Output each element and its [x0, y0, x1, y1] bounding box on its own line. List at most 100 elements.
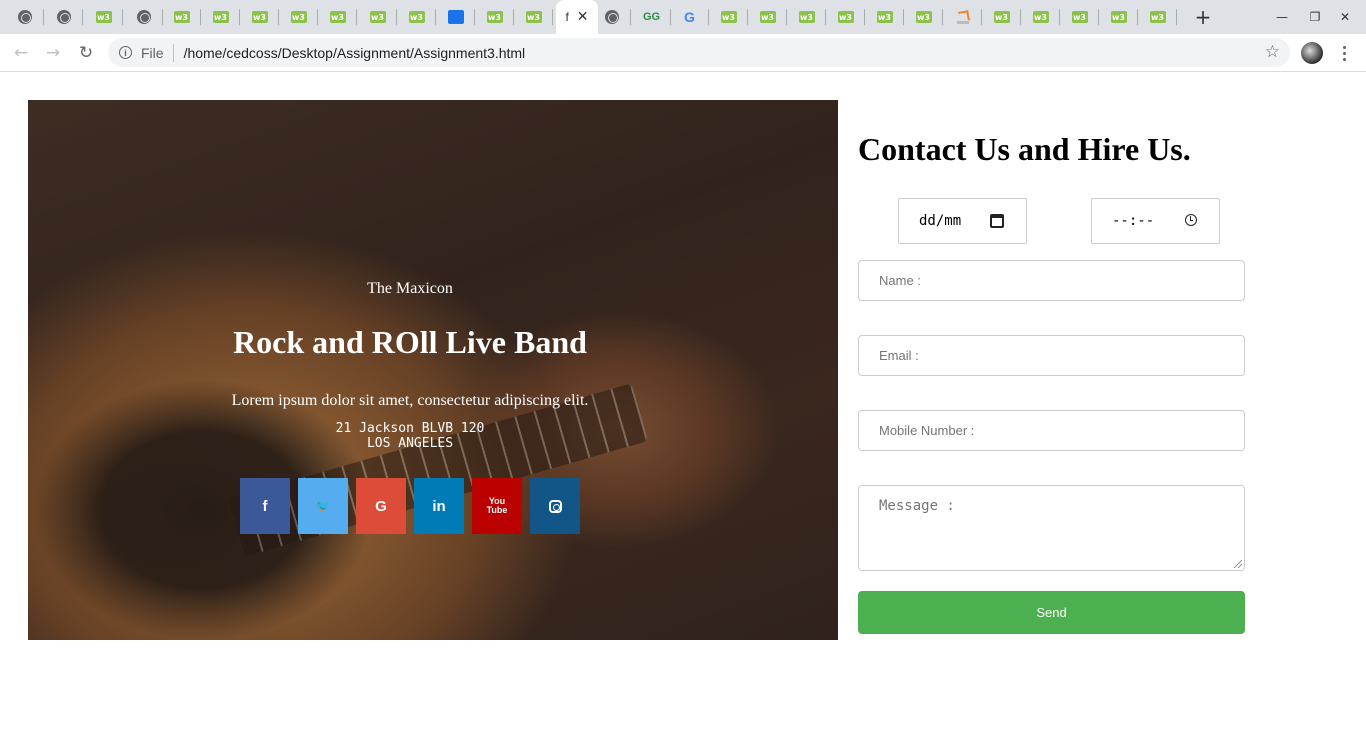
tab[interactable]: w3: [201, 0, 240, 34]
time-value: --:--: [1112, 213, 1155, 229]
w3schools-icon: w3: [1110, 11, 1127, 23]
globe-icon: [56, 10, 71, 24]
tab[interactable]: w3: [826, 0, 865, 34]
new-tab-button[interactable]: +: [1191, 5, 1215, 29]
tab[interactable]: w3: [84, 0, 123, 34]
google-icon: G: [375, 497, 387, 515]
w3schools-icon: w3: [525, 11, 542, 23]
tab[interactable]: w3: [787, 0, 826, 34]
tab[interactable]: [44, 0, 83, 34]
w3schools-icon: w3: [95, 11, 112, 23]
tab[interactable]: [592, 0, 631, 34]
tab[interactable]: w3: [1099, 0, 1138, 34]
youtube-button[interactable]: You Tube: [472, 478, 522, 534]
facebook-icon: f: [262, 497, 268, 515]
forward-button[interactable]: →: [41, 42, 65, 64]
w3schools-icon: w3: [173, 11, 190, 23]
restore-button[interactable]: ❐: [1306, 8, 1324, 26]
profile-avatar[interactable]: [1301, 42, 1323, 64]
w3schools-icon: w3: [290, 11, 307, 23]
tab[interactable]: w3: [240, 0, 279, 34]
tab[interactable]: [5, 0, 44, 34]
stackoverflow-icon: [956, 10, 969, 24]
contact-title: Contact Us and Hire Us.: [858, 131, 1191, 167]
mobile-input[interactable]: Mobile Number :: [858, 410, 1245, 451]
hero-content: The Maxicon Rock and ROll Live Band Lore…: [28, 100, 792, 640]
w3schools-icon: w3: [1149, 11, 1166, 23]
w3schools-icon: w3: [212, 11, 229, 23]
tab[interactable]: w3: [514, 0, 553, 34]
youtube-icon-line2: Tube: [486, 505, 508, 515]
back-button[interactable]: ←: [9, 42, 33, 64]
email-input[interactable]: Email :: [858, 335, 1245, 376]
band-name: The Maxicon: [367, 280, 453, 297]
tab[interactable]: w3: [279, 0, 318, 34]
message-placeholder: Message :: [879, 498, 955, 514]
tab[interactable]: [436, 0, 475, 34]
facebook-button[interactable]: f: [240, 478, 290, 534]
url-text[interactable]: /home/cedcoss/Desktop/Assignment/Assignm…: [184, 45, 526, 61]
tab-separator: [1176, 9, 1177, 25]
globe-icon: [17, 10, 32, 24]
tab-separator: [630, 9, 631, 25]
tab[interactable]: w3: [748, 0, 787, 34]
email-placeholder: Email :: [879, 348, 919, 363]
tab-separator: [82, 9, 83, 25]
tab[interactable]: w3: [318, 0, 357, 34]
tab[interactable]: w3: [865, 0, 904, 34]
reload-button[interactable]: ↻: [74, 42, 98, 64]
tab[interactable]: w3: [709, 0, 748, 34]
resize-grip-icon[interactable]: [1234, 560, 1242, 568]
tab[interactable]: GG: [632, 0, 671, 34]
tab-strip: w3 w3 w3 w3 w3 w3 w3 w3 w3 w3 f ✕ GG Gw3 w3 w3 w3 w3 w3 w3 w…: [0, 0, 1366, 34]
youtube-icon: You Tube: [487, 497, 508, 515]
w3schools-icon: w3: [1032, 11, 1049, 23]
name-placeholder: Name :: [879, 273, 921, 288]
close-tab-icon[interactable]: ✕: [577, 9, 589, 25]
tab[interactable]: w3: [162, 0, 201, 34]
linkedin-button[interactable]: in: [414, 478, 464, 534]
address-line-2: LOS ANGELES: [366, 436, 454, 451]
w3schools-icon: w3: [720, 11, 737, 23]
w3schools-icon: w3: [408, 11, 425, 23]
bookmark-star-icon[interactable]: ☆: [1265, 42, 1280, 62]
time-input[interactable]: --:--: [1091, 198, 1220, 244]
google-button[interactable]: G: [356, 478, 406, 534]
tab[interactable]: w3: [1021, 0, 1060, 34]
linkedin-icon: in: [432, 497, 446, 515]
geeksforgeeks-icon: GG: [642, 11, 661, 23]
close-window-button[interactable]: ✕: [1336, 8, 1354, 26]
tab[interactable]: w3: [358, 0, 397, 34]
clock-icon[interactable]: [1185, 214, 1197, 226]
tab[interactable]: w3: [982, 0, 1021, 34]
info-icon[interactable]: i: [119, 46, 132, 59]
twitter-icon: 🐦: [314, 498, 332, 513]
w3schools-icon: w3: [369, 11, 386, 23]
address-line-1: 21 Jackson BLVB 120: [335, 421, 485, 436]
globe-icon: [604, 10, 619, 24]
tab[interactable]: w3: [1060, 0, 1099, 34]
minimize-button[interactable]: —: [1273, 8, 1291, 26]
calendar-icon[interactable]: [990, 214, 1004, 228]
tab-title: f: [565, 10, 569, 24]
w3schools-icon: w3: [837, 11, 854, 23]
twitter-button[interactable]: 🐦: [298, 478, 348, 534]
message-textarea[interactable]: Message :: [858, 485, 1245, 571]
kebab-menu-icon[interactable]: [1336, 42, 1352, 64]
tab[interactable]: [124, 0, 163, 34]
tab[interactable]: [943, 0, 982, 34]
browser-toolbar: ← → ↻ i File /home/cedcoss/Desktop/Assig…: [0, 34, 1366, 72]
hero-description: Lorem ipsum dolor sit amet, consectetur …: [231, 392, 589, 409]
instagram-button[interactable]: [530, 478, 580, 534]
name-input[interactable]: Name :: [858, 260, 1245, 301]
social-links: f 🐦 G in You Tube: [240, 478, 580, 534]
address-divider: [172, 43, 174, 62]
tab[interactable]: w3: [397, 0, 436, 34]
tab[interactable]: w3: [904, 0, 943, 34]
tab[interactable]: w3: [475, 0, 514, 34]
date-input[interactable]: dd/mm: [898, 198, 1027, 244]
address-bar[interactable]: i File /home/cedcoss/Desktop/Assignment/…: [108, 38, 1290, 67]
tab[interactable]: G: [670, 0, 709, 34]
tab[interactable]: w3: [1138, 0, 1177, 34]
send-button[interactable]: Send: [858, 591, 1245, 634]
